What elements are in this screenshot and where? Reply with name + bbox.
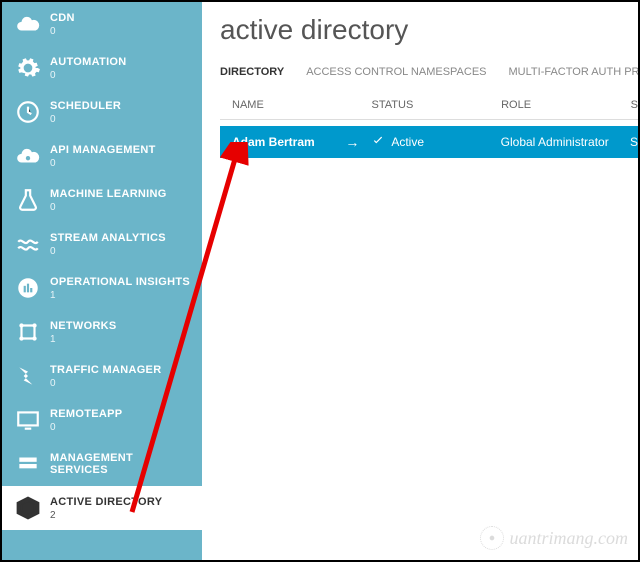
sidebar-item-count: 0 bbox=[50, 114, 121, 125]
cell-sub: S bbox=[630, 135, 638, 149]
check-icon bbox=[371, 134, 385, 151]
sidebar-item-count: 0 bbox=[50, 378, 161, 389]
arrow-right-icon: → bbox=[345, 134, 359, 150]
sidebar-item-label: REMOTEAPP bbox=[50, 408, 122, 420]
grid-icon bbox=[14, 450, 42, 478]
sidebar-item-machine-learning[interactable]: MACHINE LEARNING 0 bbox=[2, 178, 202, 222]
cell-status: Active bbox=[391, 135, 424, 149]
wave-icon bbox=[14, 230, 42, 258]
sidebar-item-label: MANAGEMENT SERVICES bbox=[50, 452, 192, 476]
sidebar-item-operational-insights[interactable]: OPERATIONAL INSIGHTS 1 bbox=[2, 266, 202, 310]
watermark: uantrimang.com bbox=[480, 526, 629, 550]
sidebar-item-count: 1 bbox=[50, 334, 117, 345]
tabs: DIRECTORY ACCESS CONTROL NAMESPACES MULT… bbox=[220, 66, 638, 83]
sidebar-item-count: 0 bbox=[50, 422, 122, 433]
sidebar-item-count: 0 bbox=[50, 246, 166, 257]
sidebar-item-label: ACTIVE DIRECTORY bbox=[50, 496, 162, 508]
page-title: active directory bbox=[220, 14, 638, 46]
flask-icon bbox=[14, 186, 42, 214]
watermark-logo-icon bbox=[480, 526, 504, 550]
main-content: active directory DIRECTORY ACCESS CONTRO… bbox=[202, 2, 638, 560]
sidebar-item-label: CDN bbox=[50, 12, 75, 24]
sidebar-item-label: STREAM ANALYTICS bbox=[50, 232, 166, 244]
sidebar-item-automation[interactable]: AUTOMATION 0 bbox=[2, 46, 202, 90]
sidebar-item-label: OPERATIONAL INSIGHTS bbox=[50, 276, 190, 288]
sidebar-item-active-directory[interactable]: ACTIVE DIRECTORY 2 bbox=[2, 486, 202, 530]
monitor-icon bbox=[14, 406, 42, 434]
sidebar-item-label: TRAFFIC MANAGER bbox=[50, 364, 161, 376]
traffic-icon bbox=[14, 362, 42, 390]
sidebar-item-count: 0 bbox=[50, 158, 156, 169]
sidebar-item-management-services[interactable]: MANAGEMENT SERVICES bbox=[2, 442, 202, 486]
directory-icon bbox=[14, 494, 42, 522]
sidebar-item-stream-analytics[interactable]: STREAM ANALYTICS 0 bbox=[2, 222, 202, 266]
gear-icon bbox=[14, 54, 42, 82]
cell-role: Global Administrator bbox=[501, 135, 630, 149]
network-icon bbox=[14, 318, 42, 346]
sidebar-item-remoteapp[interactable]: REMOTEAPP 0 bbox=[2, 398, 202, 442]
sidebar-item-cdn[interactable]: CDN 0 bbox=[2, 2, 202, 46]
col-role: ROLE bbox=[501, 99, 631, 111]
sidebar-item-label: SCHEDULER bbox=[50, 100, 121, 112]
insights-icon bbox=[14, 274, 42, 302]
col-status: STATUS bbox=[372, 99, 502, 111]
cloud-api-icon bbox=[14, 142, 42, 170]
sidebar-item-label: AUTOMATION bbox=[50, 56, 127, 68]
sidebar-item-label: NETWORKS bbox=[50, 320, 117, 332]
watermark-text: uantrimang.com bbox=[510, 528, 629, 549]
sidebar-item-count: 0 bbox=[50, 202, 167, 213]
cloud-icon bbox=[14, 10, 42, 38]
tab-mfa-providers[interactable]: MULTI-FACTOR AUTH PROVIDERS bbox=[509, 66, 638, 82]
tab-directory[interactable]: DIRECTORY bbox=[220, 66, 284, 82]
sidebar-item-label: API MANAGEMENT bbox=[50, 144, 156, 156]
sidebar-item-label: MACHINE LEARNING bbox=[50, 188, 167, 200]
col-sub: S bbox=[631, 99, 638, 111]
col-name: NAME bbox=[232, 99, 372, 111]
sidebar-item-count: 0 bbox=[50, 26, 75, 37]
sidebar-item-count: 0 bbox=[50, 70, 127, 81]
sidebar-item-scheduler[interactable]: SCHEDULER 0 bbox=[2, 90, 202, 134]
tab-access-control[interactable]: ACCESS CONTROL NAMESPACES bbox=[306, 66, 486, 82]
table-row[interactable]: Adam Bertram → Active Global Administrat… bbox=[220, 126, 638, 158]
sidebar: CDN 0 AUTOMATION 0 SCHEDULER 0 bbox=[2, 2, 202, 560]
sidebar-item-traffic-manager[interactable]: TRAFFIC MANAGER 0 bbox=[2, 354, 202, 398]
sidebar-item-count: 1 bbox=[50, 290, 190, 301]
cell-name: Adam Bertram bbox=[232, 135, 315, 149]
sidebar-item-networks[interactable]: NETWORKS 1 bbox=[2, 310, 202, 354]
table-header: NAME STATUS ROLE S bbox=[220, 99, 638, 120]
clock-icon bbox=[14, 98, 42, 126]
sidebar-item-api-management[interactable]: API MANAGEMENT 0 bbox=[2, 134, 202, 178]
sidebar-item-count: 2 bbox=[50, 510, 162, 521]
